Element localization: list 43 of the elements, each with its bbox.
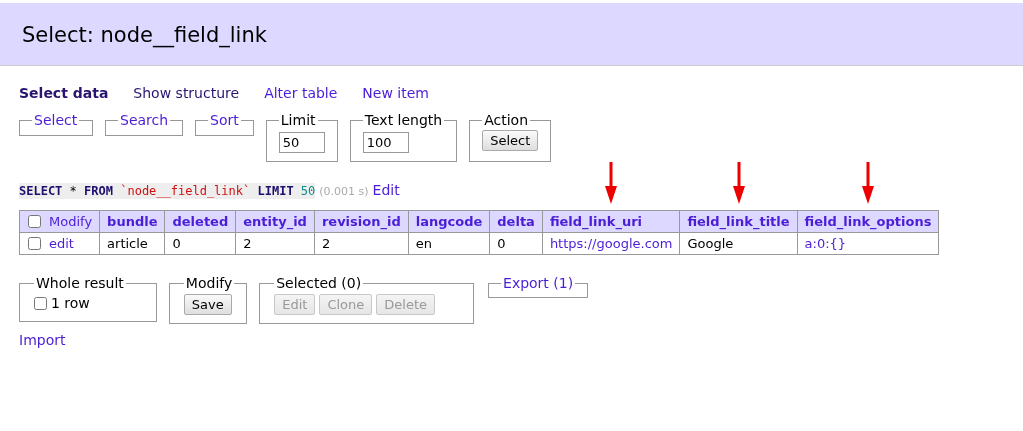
column-header[interactable]: delta bbox=[489, 210, 543, 233]
option-link[interactable]: Select bbox=[34, 112, 78, 128]
nav-link[interactable]: Select data bbox=[19, 85, 109, 101]
table-cell: Google bbox=[679, 232, 798, 255]
number-field[interactable]: 50 bbox=[278, 132, 325, 153]
column-header[interactable]: entity_id bbox=[235, 210, 315, 233]
table-cell: article bbox=[99, 232, 165, 255]
group-label: Text length bbox=[364, 112, 443, 128]
table-cell: 2 bbox=[314, 232, 409, 255]
table-cell: 0 bbox=[165, 232, 236, 255]
table-cell: 2 bbox=[235, 232, 315, 255]
cell-link[interactable]: https://google.com bbox=[549, 236, 673, 251]
option-link[interactable]: Search bbox=[120, 112, 169, 128]
group-label: Modify bbox=[185, 275, 233, 291]
column-header[interactable]: langcode bbox=[408, 210, 490, 233]
edit-link[interactable]: Edit bbox=[372, 182, 400, 198]
select-button[interactable]: Select bbox=[482, 130, 539, 151]
action-button[interactable]: Save bbox=[183, 294, 232, 315]
option-link[interactable]: Sort bbox=[210, 112, 239, 128]
table-cell: 0 bbox=[489, 232, 543, 255]
select-all-checkbox[interactable] bbox=[28, 215, 41, 228]
nav-link[interactable]: Show structure bbox=[133, 85, 240, 101]
row-checkbox[interactable] bbox=[28, 237, 41, 250]
column-header[interactable]: bundle bbox=[99, 210, 165, 233]
checkbox-label: 1 row bbox=[51, 295, 90, 311]
header-label: Modify bbox=[49, 214, 93, 229]
table-cell: en bbox=[408, 232, 490, 255]
page-title: Select: node__field_link bbox=[22, 23, 267, 47]
number-field[interactable]: 100 bbox=[362, 132, 409, 153]
import-link[interactable]: Import bbox=[19, 332, 66, 348]
cell-link[interactable]: a:0:{} bbox=[804, 236, 847, 251]
sql-query: SELECT * FROM `node__field_link` LIMIT 50 bbox=[19, 183, 316, 199]
column-header[interactable]: revision_id bbox=[314, 210, 409, 233]
group-label: Limit bbox=[280, 112, 316, 128]
query-time: (0.001 s) bbox=[319, 185, 369, 198]
nav-link[interactable]: New item bbox=[362, 85, 429, 101]
export-link[interactable]: Export (1) bbox=[503, 275, 574, 291]
whole-result-checkbox[interactable] bbox=[34, 296, 47, 310]
group-label: Selected (0) bbox=[276, 275, 362, 291]
group-label: Action bbox=[484, 112, 529, 128]
nav-link[interactable]: Alter table bbox=[264, 85, 338, 101]
column-header[interactable]: deleted bbox=[165, 210, 236, 233]
group-label: Whole result bbox=[36, 275, 124, 291]
